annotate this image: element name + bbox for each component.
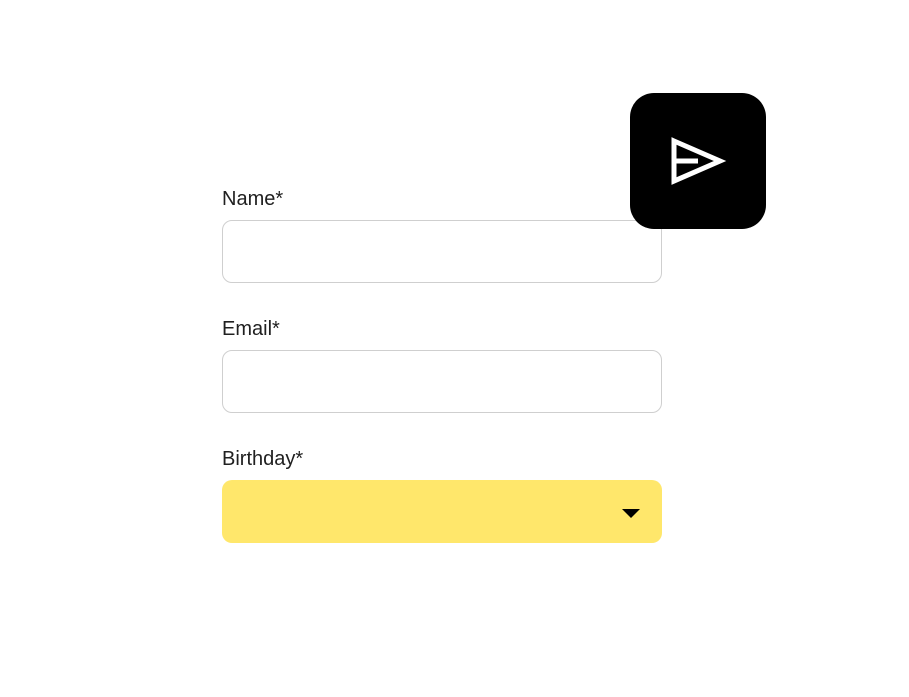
name-field-group: Name* [222,185,662,283]
birthday-field-group: Birthday* [222,445,662,543]
email-label: Email* [222,318,280,340]
birthday-select[interactable] [222,480,662,543]
name-label: Name* [222,188,284,210]
chevron-down-icon [622,509,640,518]
email-input[interactable] [222,350,662,413]
birthday-label: Birthday* [222,448,304,470]
email-field-group: Email* [222,315,662,413]
name-input[interactable] [222,220,662,283]
signup-form: Name* Email* Birthday* [222,185,662,543]
send-button[interactable] [630,93,766,229]
send-icon [671,137,727,185]
